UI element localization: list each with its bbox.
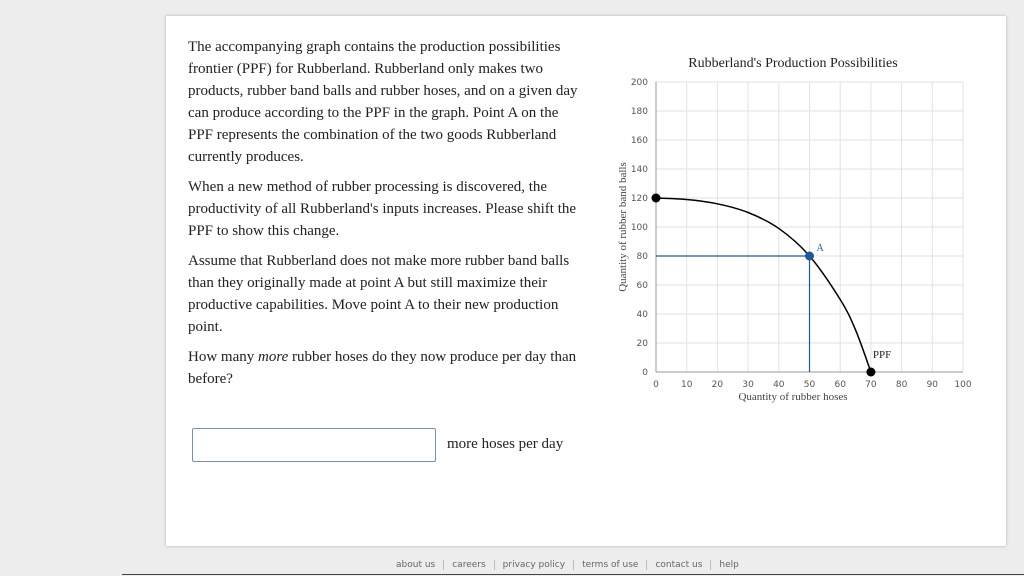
ppf-label: PPF: [873, 349, 891, 361]
x-tick-label: 50: [804, 380, 816, 390]
page-footer: about us careers privacy policy terms of…: [0, 556, 1024, 576]
footer-link-careers[interactable]: careers: [443, 560, 493, 570]
footer-link-help[interactable]: help: [710, 560, 746, 570]
x-tick-label: 40: [773, 380, 785, 390]
y-axis-label: Quantity of rubber band balls: [617, 162, 629, 292]
x-tick-label: 70: [865, 380, 877, 390]
ppf-endpoint-handle[interactable]: [651, 193, 661, 203]
chart-title: Rubberland's Production Possibilities: [688, 56, 897, 71]
y-tick-label: 100: [631, 223, 648, 233]
point-a-marker[interactable]: [805, 251, 814, 261]
x-tick-label: 90: [927, 380, 939, 390]
footer-link-terms[interactable]: terms of use: [573, 560, 646, 570]
y-tick-label: 40: [637, 310, 649, 320]
y-tick-label: 20: [637, 339, 649, 349]
x-tick-label: 10: [681, 380, 693, 390]
y-tick-label: 140: [631, 165, 648, 175]
y-tick-label: 160: [631, 136, 648, 146]
footer-link-contact[interactable]: contact us: [646, 560, 710, 570]
x-tick-label: 80: [896, 380, 908, 390]
point-a-label: A: [817, 243, 825, 254]
y-tick-label: 80: [637, 252, 649, 262]
y-tick-label: 60: [637, 281, 649, 291]
footer-link-about[interactable]: about us: [388, 560, 443, 570]
x-tick-label: 0: [653, 380, 659, 390]
x-axis-label: Quantity of rubber hoses: [738, 391, 847, 403]
ppf-chart[interactable]: Rubberland's Production Possibilities 0 1…: [0, 0, 1024, 576]
x-tick-label: 100: [954, 380, 971, 390]
x-tick-label: 20: [712, 380, 724, 390]
footer-links: about us careers privacy policy terms of…: [388, 560, 747, 570]
footer-divider: [122, 574, 1024, 575]
footer-link-privacy[interactable]: privacy policy: [493, 560, 573, 570]
x-tick-label: 60: [834, 380, 846, 390]
y-tick-label: 180: [631, 107, 648, 117]
x-tick-label: 30: [742, 380, 754, 390]
y-tick-label: 0: [642, 368, 648, 378]
y-tick-label: 120: [631, 194, 648, 204]
ppf-endpoint-handle[interactable]: [866, 367, 876, 377]
y-tick-label: 200: [631, 78, 648, 88]
